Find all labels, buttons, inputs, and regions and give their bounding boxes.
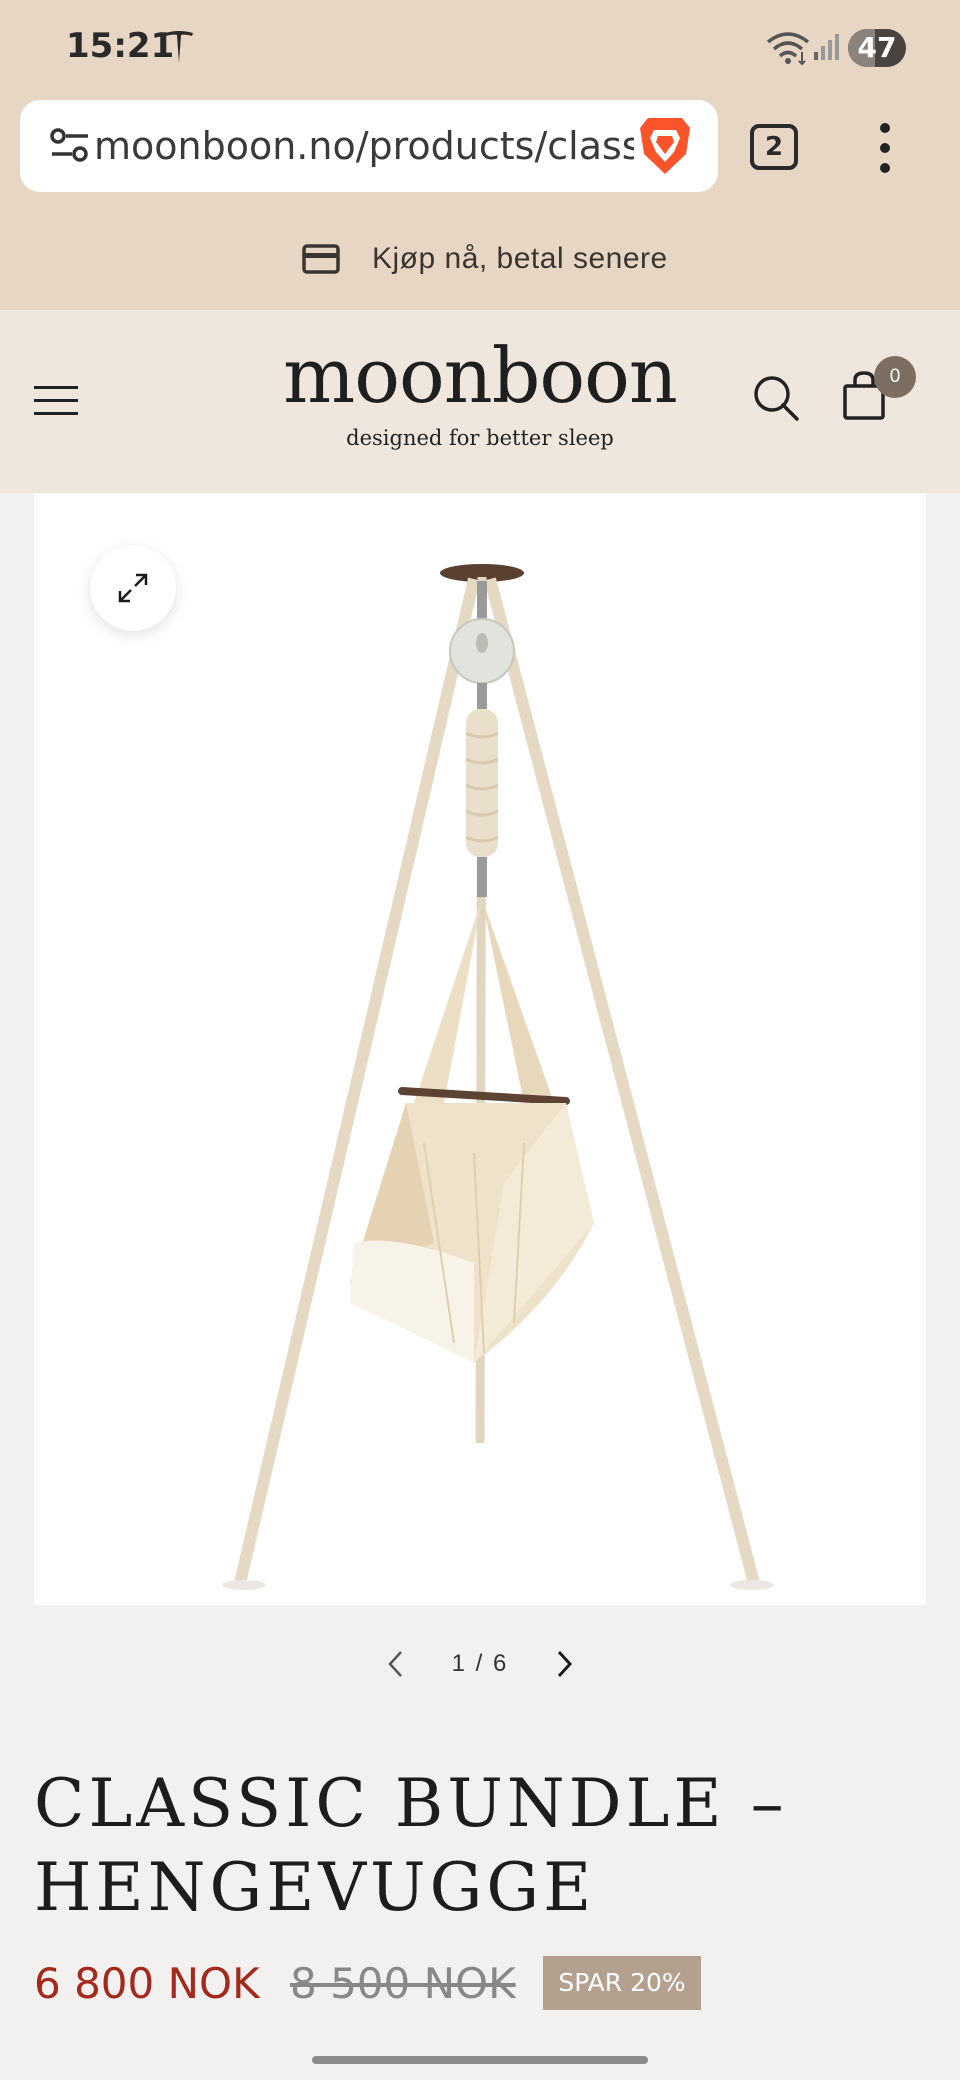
promo-text: Kjøp nå, betal senere — [372, 242, 668, 275]
product-gallery[interactable] — [34, 493, 926, 1605]
address-bar[interactable]: moonboon.no/products/classic — [20, 100, 718, 192]
product-title: CLASSIC BUNDLE – HENGEVUGGE — [34, 1765, 788, 1926]
brave-lion-icon[interactable] — [636, 114, 694, 178]
gallery-pager: 1 / 6 — [0, 1640, 960, 1688]
status-time: 15:21 — [66, 26, 175, 66]
tune-icon[interactable] — [50, 126, 90, 166]
credit-card-icon — [302, 244, 340, 274]
expand-icon — [118, 573, 148, 603]
cart-count-badge[interactable]: 0 — [874, 356, 916, 398]
menu-icon[interactable] — [34, 386, 78, 418]
more-vert-icon[interactable] — [870, 118, 900, 178]
gallery-position: 1 / 6 — [451, 1650, 509, 1677]
status-bar: 15:21 47 — [0, 0, 960, 96]
tesla-icon — [165, 31, 193, 63]
chevron-left-icon[interactable] — [382, 1648, 410, 1680]
battery-indicator: 47 — [848, 29, 906, 67]
signal-icon — [814, 34, 839, 60]
promo-bar[interactable]: Kjøp nå, betal senere — [0, 208, 960, 310]
original-price: 8 500 NOK — [290, 1959, 516, 2008]
site-logo[interactable]: moonboon — [280, 338, 680, 414]
wifi-icon — [766, 32, 810, 66]
site-header: moonboon designed for better sleep 0 — [0, 310, 960, 493]
expand-image-button[interactable] — [90, 545, 176, 631]
home-indicator[interactable] — [312, 2056, 648, 2064]
chevron-right-icon[interactable] — [550, 1648, 578, 1680]
url-text[interactable]: moonboon.no/products/classic — [94, 100, 634, 192]
search-icon[interactable] — [752, 374, 800, 422]
battery-level: 47 — [857, 31, 897, 64]
site-tagline: designed for better sleep — [346, 426, 614, 450]
sale-price: 6 800 NOK — [34, 1959, 260, 2008]
product-image-cradle — [222, 564, 774, 1590]
tab-switcher-button[interactable]: 2 — [750, 124, 798, 170]
browser-toolbar: moonboon.no/products/classic 2 — [0, 96, 960, 208]
discount-badge: SPAR 20% — [543, 1956, 701, 2010]
